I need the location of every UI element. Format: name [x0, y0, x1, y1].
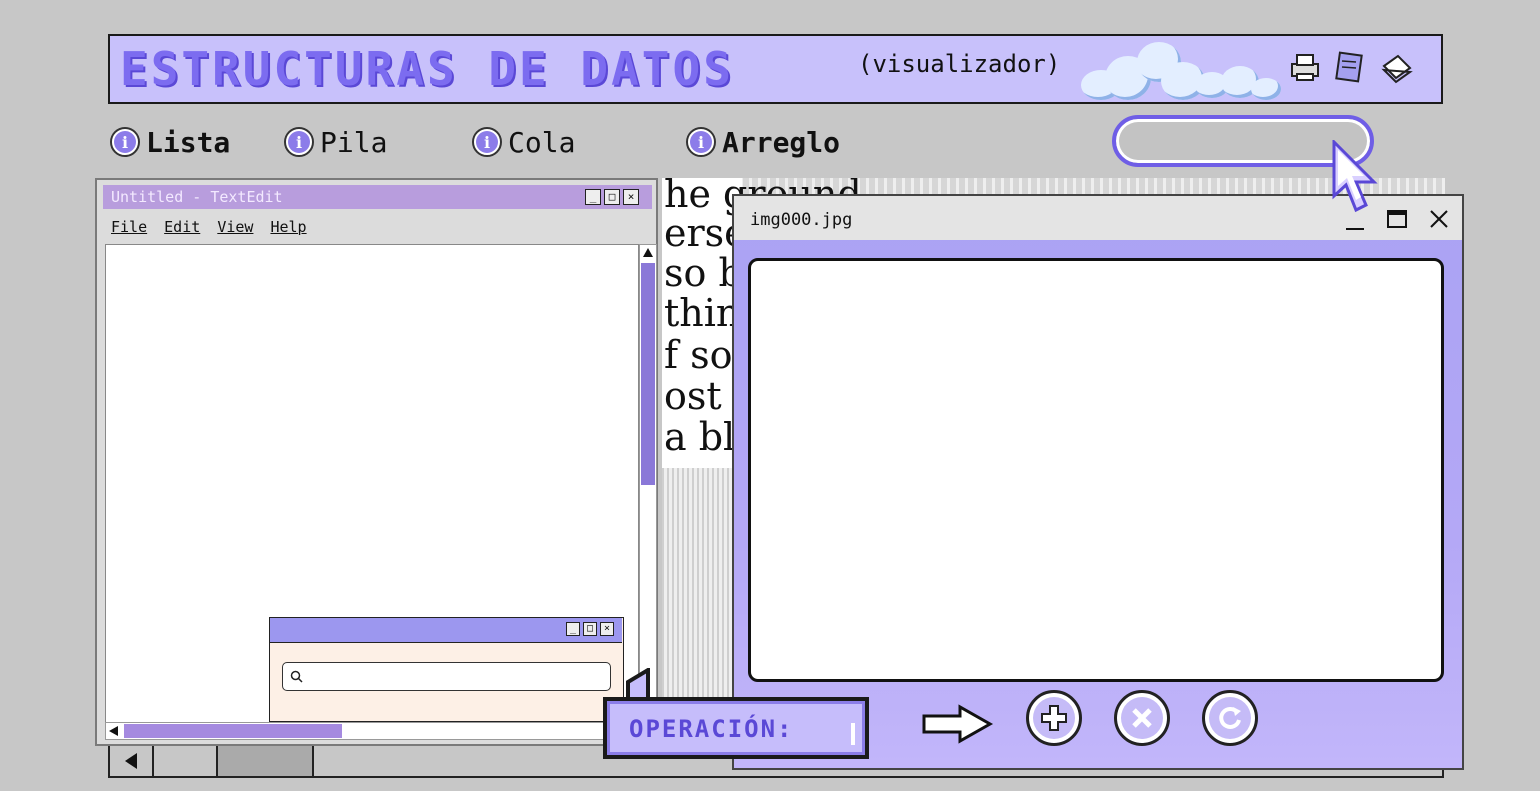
menu-help[interactable]: Help — [270, 218, 306, 236]
scroll-left-icon[interactable] — [108, 725, 120, 737]
maximize-icon[interactable]: □ — [583, 622, 597, 636]
operation-label-box: OPERACIÓN: — [603, 697, 869, 759]
nav-item-label: Lista — [146, 125, 231, 159]
nav-item-label: Cola — [508, 125, 576, 159]
search-popup-window: _ □ × — [269, 617, 624, 722]
info-icon: i — [110, 127, 140, 157]
info-icon: i — [472, 127, 502, 157]
maximize-icon[interactable]: □ — [604, 189, 620, 205]
reset-button[interactable] — [1202, 690, 1258, 746]
scroll-up-icon[interactable] — [642, 247, 654, 259]
delete-button[interactable] — [1114, 690, 1170, 746]
info-icon: i — [686, 127, 716, 157]
next-arrow-icon[interactable] — [920, 704, 994, 744]
minimize-icon[interactable]: _ — [585, 189, 601, 205]
scroll-thumb[interactable] — [641, 263, 655, 485]
nav-item-label: Pila — [320, 125, 388, 159]
newspaper-text-column: he ground erse so b thing f som ost c a … — [662, 178, 862, 478]
horizontal-scrollbar[interactable] — [105, 722, 637, 740]
vertical-scrollbar[interactable] — [639, 244, 657, 722]
newspaper-columns — [662, 468, 742, 698]
scroll-left-icon[interactable] — [110, 746, 154, 776]
nav-item-pila[interactable]: i Pila — [284, 124, 387, 160]
notepad-icon[interactable] — [1332, 50, 1366, 84]
maximize-icon[interactable] — [1386, 208, 1408, 230]
visualization-canvas[interactable] — [748, 258, 1444, 682]
nav-item-label: Arreglo — [722, 125, 841, 159]
mouse-cursor-icon — [1332, 140, 1378, 213]
window-title: Untitled - TextEdit — [111, 188, 283, 206]
reset-icon — [1219, 706, 1241, 729]
info-icon: i — [284, 127, 314, 157]
cloud-decoration — [1075, 40, 1290, 102]
search-icon — [290, 670, 303, 683]
image-viewer-window: img000.jpg — [732, 194, 1464, 770]
newspaper-line: so b — [664, 251, 743, 295]
close-icon[interactable]: × — [600, 622, 614, 636]
app-subtitle: (visualizador) — [858, 50, 1061, 78]
document-stack-icon[interactable] — [1380, 50, 1414, 84]
text-cursor — [851, 723, 855, 745]
window-title: img000.jpg — [750, 210, 853, 230]
nav-item-arreglo[interactable]: i Arreglo — [686, 124, 840, 160]
close-icon[interactable]: × — [623, 189, 639, 205]
printer-icon[interactable] — [1288, 50, 1322, 84]
add-button[interactable] — [1026, 690, 1082, 746]
add-icon — [1041, 705, 1067, 731]
textedit-titlebar[interactable]: Untitled - TextEdit _ □ × — [103, 185, 652, 209]
app-title: ESTRUCTURAS DE DATOS — [120, 42, 734, 96]
scroll-thumb[interactable] — [124, 724, 342, 738]
close-icon[interactable] — [1428, 208, 1450, 230]
app-header: ESTRUCTURAS DE DATOS (visualizador) — [108, 34, 1443, 104]
popup-titlebar[interactable]: _ □ × — [270, 618, 622, 643]
menu-view[interactable]: View — [217, 218, 253, 236]
minimize-icon[interactable]: _ — [566, 622, 580, 636]
nav-item-cola[interactable]: i Cola — [472, 124, 575, 160]
search-field[interactable] — [282, 662, 611, 691]
menu-edit[interactable]: Edit — [164, 218, 200, 236]
nav-item-lista[interactable]: i Lista — [110, 124, 230, 160]
menu-bar: File Edit View Help — [111, 218, 315, 236]
scroll-thumb[interactable] — [216, 746, 314, 776]
operation-label: OPERACIÓN: — [629, 715, 794, 743]
delete-icon — [1132, 708, 1152, 728]
menu-file[interactable]: File — [111, 218, 147, 236]
